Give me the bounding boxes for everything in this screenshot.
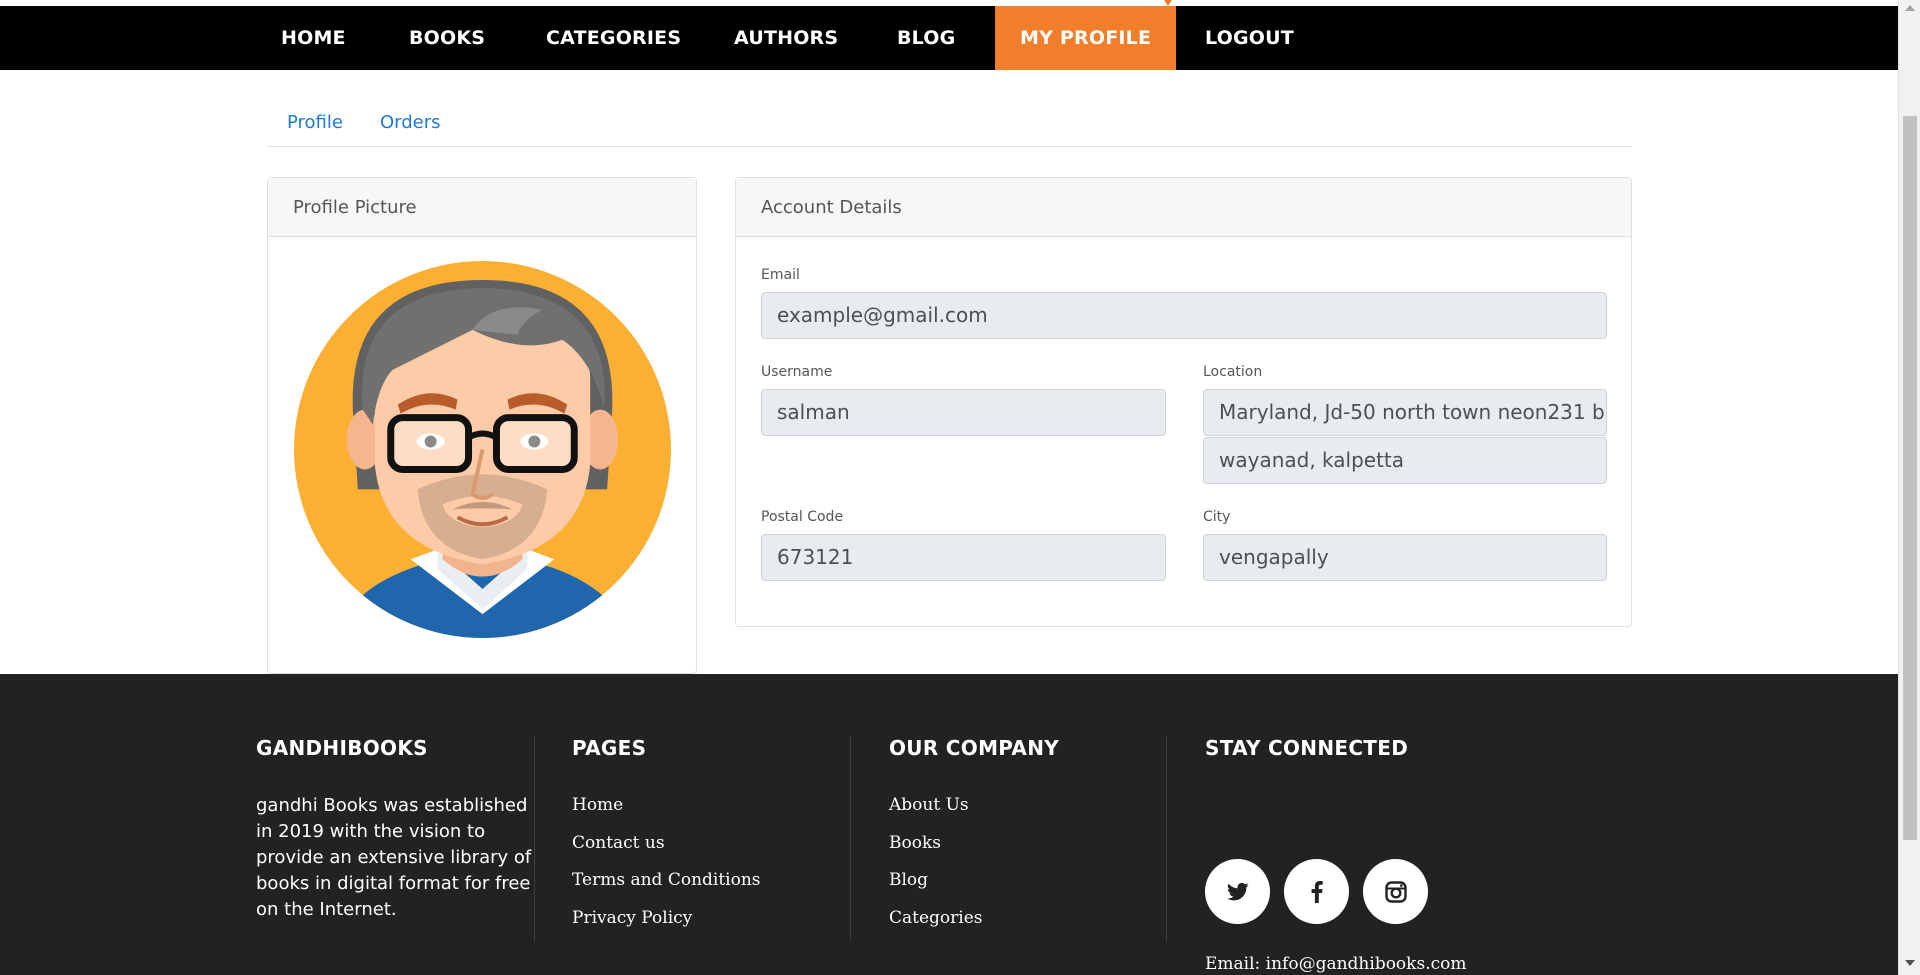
profile-tabs: Profile Orders bbox=[267, 98, 1632, 147]
profile-picture-title: Profile Picture bbox=[268, 178, 696, 237]
instagram-button[interactable] bbox=[1363, 859, 1428, 924]
page-scrollbar[interactable] bbox=[1898, 0, 1920, 975]
footer-pages-column: PAGES Home Contact us Terms and Conditio… bbox=[572, 736, 842, 942]
footer-divider bbox=[850, 736, 851, 942]
instagram-icon bbox=[1384, 880, 1407, 903]
footer-connect-column: STAY CONNECTED Email: info@gandhibooks.c… bbox=[1205, 736, 1605, 975]
footer-brand-text: gandhi Books was established in 2019 wit… bbox=[256, 795, 532, 920]
location-line1-field[interactable]: Maryland, Jd-50 north town neon231 blc bbox=[1203, 389, 1607, 436]
scroll-down-icon[interactable] bbox=[1905, 960, 1915, 966]
nav-logout[interactable]: LOGOUT bbox=[1180, 6, 1319, 70]
city-field[interactable]: vengapally bbox=[1203, 534, 1607, 581]
nav-books[interactable]: BOOKS bbox=[384, 6, 510, 70]
footer-company-title: OUR COMPANY bbox=[889, 736, 1060, 760]
footer-connect-title: STAY CONNECTED bbox=[1205, 736, 1409, 760]
footer-pages-title: PAGES bbox=[572, 736, 647, 760]
avatar-image bbox=[293, 260, 672, 639]
twitter-icon bbox=[1226, 882, 1249, 900]
footer-brand-column: GANDHIBOOKS gandhi Books was established… bbox=[256, 736, 536, 942]
facebook-icon bbox=[1311, 880, 1323, 903]
footer-link-books[interactable]: Books bbox=[889, 833, 941, 853]
tab-profile[interactable]: Profile bbox=[287, 112, 343, 133]
footer-email[interactable]: Email: info@gandhibooks.com bbox=[1205, 954, 1466, 974]
city-label: City bbox=[1203, 509, 1231, 525]
location-line2-field[interactable]: wayanad, kalpetta bbox=[1203, 437, 1607, 484]
footer-link-categories[interactable]: Categories bbox=[889, 908, 983, 928]
nav-blog[interactable]: BLOG bbox=[872, 6, 980, 70]
postal-code-field[interactable]: 673121 bbox=[761, 534, 1166, 581]
nav-home[interactable]: HOME bbox=[256, 6, 371, 70]
nav-my-profile[interactable]: MY PROFILE bbox=[995, 6, 1177, 70]
tab-orders[interactable]: Orders bbox=[380, 112, 441, 133]
footer-link-about[interactable]: About Us bbox=[889, 795, 969, 815]
nav-categories[interactable]: CATEGORIES bbox=[521, 6, 706, 70]
twitter-button[interactable] bbox=[1205, 859, 1270, 924]
postal-code-label: Postal Code bbox=[761, 509, 844, 525]
footer-divider bbox=[1166, 736, 1167, 942]
account-details-title: Account Details bbox=[736, 178, 1631, 237]
nav-authors[interactable]: AUTHORS bbox=[709, 6, 863, 70]
email-label: Email bbox=[761, 267, 800, 283]
footer-brand-title: GANDHIBOOKS bbox=[256, 736, 428, 760]
account-details-card: Account Details Email example@gmail.com … bbox=[735, 177, 1632, 627]
footer-link-terms[interactable]: Terms and Conditions bbox=[572, 870, 761, 890]
footer-link-blog[interactable]: Blog bbox=[889, 870, 928, 890]
scrollbar-thumb[interactable] bbox=[1903, 116, 1917, 840]
facebook-button[interactable] bbox=[1284, 859, 1349, 924]
username-field[interactable]: salman bbox=[761, 389, 1166, 436]
footer-link-contact[interactable]: Contact us bbox=[572, 833, 665, 853]
footer-link-home[interactable]: Home bbox=[572, 795, 623, 815]
footer: GANDHIBOOKS gandhi Books was established… bbox=[0, 674, 1898, 975]
location-label: Location bbox=[1203, 364, 1263, 380]
profile-picture-card: Profile Picture bbox=[267, 177, 697, 674]
username-label: Username bbox=[761, 364, 833, 380]
active-nav-indicator bbox=[1164, 0, 1172, 6]
email-field[interactable]: example@gmail.com bbox=[761, 292, 1607, 339]
footer-divider bbox=[534, 736, 535, 942]
footer-company-column: OUR COMPANY About Us Books Blog Categori… bbox=[889, 736, 1159, 942]
scroll-up-icon[interactable] bbox=[1905, 5, 1915, 11]
footer-link-privacy[interactable]: Privacy Policy bbox=[572, 908, 692, 928]
main-navbar: HOME BOOKS CATEGORIES AUTHORS BLOG MY PR… bbox=[0, 6, 1898, 70]
